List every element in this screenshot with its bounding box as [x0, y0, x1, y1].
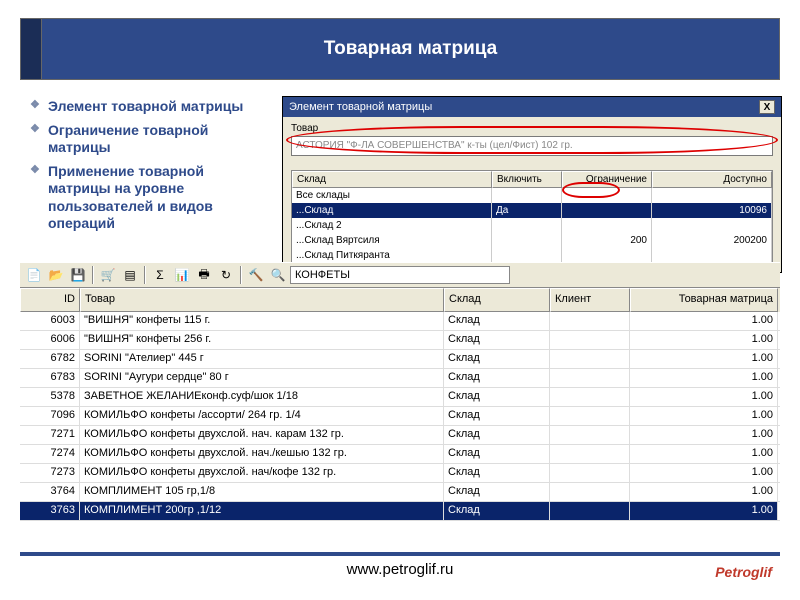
footer-url: www.petroglif.ru [20, 561, 780, 578]
col-product[interactable]: Товар [80, 288, 444, 312]
table-row[interactable]: 6782SORINI "Ателиер" 445 гСклад1.00 [20, 350, 780, 369]
table-row[interactable]: 7274КОМИЛЬФО конфеты двухслой. нач./кешь… [20, 445, 780, 464]
table-row[interactable]: 3763КОМПЛИМЕНТ 200гр ,1/12Склад1.00 [20, 502, 780, 521]
footer-divider [20, 552, 780, 556]
filter-input[interactable]: КОНФЕТЫ [290, 266, 510, 284]
table-row[interactable]: 7096КОМИЛЬФО конфеты /ассорти/ 264 гр. 1… [20, 407, 780, 426]
chart-icon[interactable]: 📊 [172, 265, 192, 285]
col-sklad[interactable]: Склад [292, 171, 492, 188]
close-icon[interactable]: X [759, 100, 775, 114]
table-row[interactable]: 7273КОМИЛЬФО конфеты двухслой. нач/кофе … [20, 464, 780, 483]
bullet-item: Применение товарной матрицы на уровне по… [30, 163, 270, 233]
toolbar: 📄 📂 💾 🛒 ▤ Σ 📊 🖶 ↻ 🔨 🔍 КОНФЕТЫ [20, 262, 780, 288]
col-include[interactable]: Включить [492, 171, 562, 188]
col-matrix[interactable]: Товарная матрица [630, 288, 778, 312]
col-limit[interactable]: Ограничение [562, 171, 652, 188]
tool-icon[interactable]: 🔨 [246, 265, 266, 285]
header-accent [20, 18, 42, 80]
open-icon[interactable]: 📂 [46, 265, 66, 285]
print-icon[interactable]: 🖶 [194, 265, 214, 285]
grid-row[interactable]: ...Склад Вяртсиля200200200 [292, 233, 772, 248]
bullet-item: Ограничение товарной матрицы [30, 122, 270, 157]
product-value: АСТОРИЯ "Ф-ЛА СОВЕРШЕНСТВА" к-ты (цел/Фи… [296, 140, 573, 151]
filter-value: КОНФЕТЫ [295, 269, 350, 281]
product-label: Товар [291, 123, 773, 134]
sum-icon[interactable]: Σ [150, 265, 170, 285]
table-row[interactable]: 7271КОМИЛЬФО конфеты двухслой. нач. кара… [20, 426, 780, 445]
col-warehouse[interactable]: Склад [444, 288, 550, 312]
grid-row[interactable]: Все склады [292, 188, 772, 203]
slide-title: Товарная матрица [324, 38, 497, 60]
separator [144, 266, 146, 284]
table-row[interactable]: 6783SORINI "Аугури сердце" 80 гСклад1.00 [20, 369, 780, 388]
props-icon[interactable]: ▤ [120, 265, 140, 285]
table-row[interactable]: 6003"ВИШНЯ" конфеты 115 г.Склад1.00 [20, 312, 780, 331]
table-row[interactable]: 5378ЗАВЕТНОЕ ЖЕЛАНИЕконф.суф/шок 1/18Скл… [20, 388, 780, 407]
refresh-icon[interactable]: ↻ [216, 265, 236, 285]
col-client[interactable]: Клиент [550, 288, 630, 312]
grid-row[interactable]: ...Склад Питкяранта [292, 248, 772, 263]
grid-row[interactable]: ...СкладДа10096 [292, 203, 772, 218]
filter-icon[interactable]: 🔍 [268, 265, 288, 285]
table-row[interactable]: 3764КОМПЛИМЕНТ 105 гр,1/8Склад1.00 [20, 483, 780, 502]
new-icon[interactable]: 📄 [24, 265, 44, 285]
main-grid-header: ID Товар Склад Клиент Товарная матрица [20, 288, 780, 312]
bullet-list: Элемент товарной матрицы Ограничение тов… [30, 98, 270, 239]
cart-icon[interactable]: 🛒 [98, 265, 118, 285]
dialog-titlebar[interactable]: Элемент товарной матрицы X [283, 97, 781, 117]
grid-header: Склад Включить Ограничение Доступно [292, 171, 772, 188]
col-available[interactable]: Доступно [652, 171, 772, 188]
bullet-item: Элемент товарной матрицы [30, 98, 270, 116]
product-field[interactable]: АСТОРИЯ "Ф-ЛА СОВЕРШЕНСТВА" к-ты (цел/Фи… [291, 136, 773, 156]
dialog-window: Элемент товарной матрицы X Товар АСТОРИЯ… [282, 96, 782, 273]
grid-row[interactable]: ...Склад 2 [292, 218, 772, 233]
main-grid[interactable]: ID Товар Склад Клиент Товарная матрица 6… [20, 288, 780, 548]
warehouse-grid[interactable]: Склад Включить Ограничение Доступно Все … [291, 170, 773, 264]
col-id[interactable]: ID [20, 288, 80, 312]
dialog-title: Элемент товарной матрицы [289, 101, 432, 113]
separator [240, 266, 242, 284]
separator [92, 266, 94, 284]
table-row[interactable]: 6006"ВИШНЯ" конфеты 256 г.Склад1.00 [20, 331, 780, 350]
save-icon[interactable]: 💾 [68, 265, 88, 285]
slide-title-bar: Товарная матрица [42, 18, 780, 80]
footer-logo: Petroglif [715, 564, 772, 580]
